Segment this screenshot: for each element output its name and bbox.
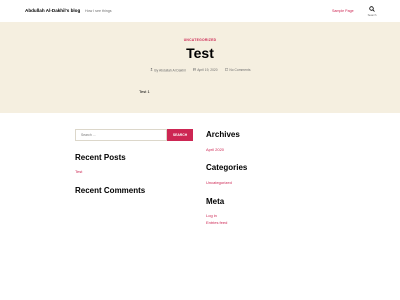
recent-post-link[interactable]: Test <box>75 169 82 174</box>
calendar-icon <box>192 68 197 72</box>
recent-posts-title: Recent Posts <box>75 153 126 162</box>
post-date[interactable]: April 19, 2020 <box>192 68 218 73</box>
recent-comments-title: Recent Comments <box>75 186 146 195</box>
post-author-text: By Abdullah Al Dakhil <box>154 68 186 73</box>
search-input[interactable] <box>75 129 167 141</box>
meta-title: Meta <box>206 197 225 206</box>
archive-link[interactable]: April 2020 <box>206 147 224 152</box>
post-author[interactable]: By Abdullah Al Dakhil <box>149 68 186 73</box>
user-icon <box>149 68 153 72</box>
post-title[interactable]: Test <box>0 45 400 61</box>
search-toggle-button[interactable]: Search <box>364 6 380 18</box>
post-meta: By Abdullah Al Dakhil April 19, 2020 No … <box>0 68 400 72</box>
post-category[interactable]: UNCATEGORIZED <box>0 38 400 42</box>
meta-entries-feed-link[interactable]: Entries feed <box>206 220 227 225</box>
search-toggle-label: Search <box>367 13 377 17</box>
search-button[interactable]: SEARCH <box>167 129 193 141</box>
site-title[interactable]: Abdullah Al-Dakhil's blog <box>25 8 80 13</box>
category-link[interactable]: Uncategorized <box>206 180 232 185</box>
archives-title: Archives <box>206 130 240 139</box>
comment-icon <box>225 68 229 72</box>
site-header: Abdullah Al-Dakhil's blog How I see thin… <box>0 0 400 22</box>
meta-login-link[interactable]: Log in <box>206 213 217 218</box>
post-comments-text: No Comments <box>229 68 251 73</box>
post-header: UNCATEGORIZED Test By Abdullah Al Dakhil… <box>0 22 400 113</box>
post-date-text: April 19, 2020 <box>197 68 218 73</box>
site-description: How I see things <box>85 8 112 13</box>
categories-title: Categories <box>206 163 248 172</box>
post-excerpt: Test 1 <box>139 89 150 94</box>
post-comments[interactable]: No Comments <box>225 68 251 72</box>
footer-widgets: SEARCH Recent Posts Test Recent Comments… <box>0 113 400 300</box>
search-form: SEARCH <box>75 129 195 141</box>
search-icon <box>369 6 375 12</box>
nav-sample-page[interactable]: Sample Page <box>332 9 354 13</box>
